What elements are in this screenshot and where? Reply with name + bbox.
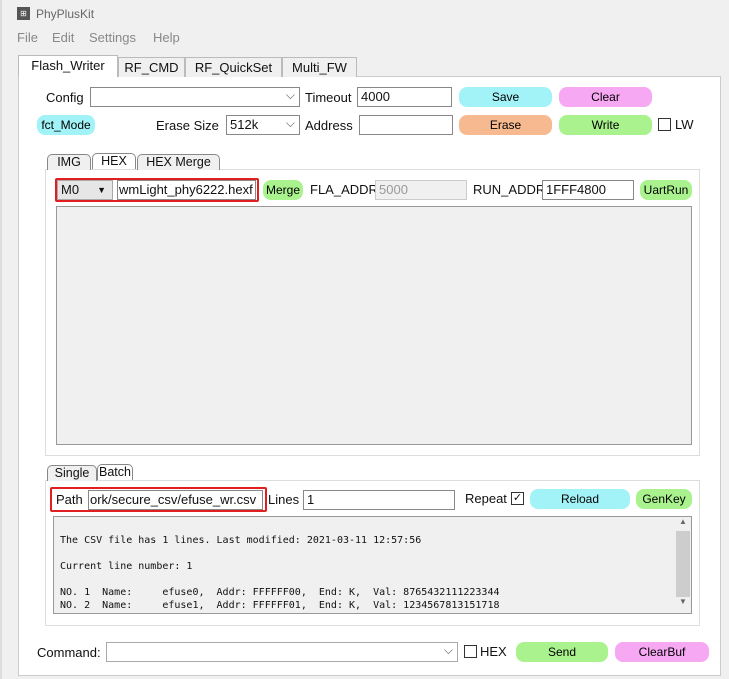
command-input[interactable]: [106, 642, 458, 662]
run-addr-label: RUN_ADDR: [473, 182, 546, 197]
repeat-checkbox[interactable]: ✓: [511, 492, 524, 505]
save-button[interactable]: Save: [459, 87, 552, 107]
uartrun-button[interactable]: UartRun: [640, 180, 692, 200]
timeout-label: Timeout: [305, 90, 352, 105]
subtab-img[interactable]: IMG: [47, 154, 91, 170]
app-icon: ⊞: [17, 7, 30, 20]
log-line: The CSV file has 1 lines. Last modified:…: [60, 535, 422, 546]
hex-label: HEX: [480, 644, 507, 659]
tab-flash-writer[interactable]: Flash_Writer: [18, 55, 118, 77]
path-label: Path: [56, 492, 83, 507]
lw-checkbox[interactable]: [658, 118, 671, 131]
tab-rf-cmd[interactable]: RF_CMD: [118, 57, 185, 77]
fla-addr-input: 5000: [375, 180, 467, 200]
subtab-batch[interactable]: Batch: [97, 464, 133, 480]
address-input[interactable]: [359, 115, 453, 135]
write-button[interactable]: Write: [559, 115, 652, 135]
timeout-input[interactable]: 4000: [357, 87, 452, 107]
hex-output-area[interactable]: [56, 206, 692, 445]
repeat-label: Repeat: [465, 491, 507, 506]
log-line: NO. 1 Name: efuse0, Addr: FFFFFF00, End:…: [60, 587, 500, 598]
erase-button[interactable]: Erase: [459, 115, 552, 135]
tab-multi-fw[interactable]: Multi_FW: [282, 57, 357, 77]
window-title: PhyPlusKit: [36, 7, 95, 21]
erase-size-select[interactable]: 512k: [226, 115, 300, 135]
dropdown-arrow-icon: ▼: [97, 185, 106, 195]
lw-label: LW: [675, 117, 694, 132]
command-label: Command:: [37, 645, 101, 660]
genkey-button[interactable]: GenKey: [636, 489, 692, 509]
log-line: NO. 2 Name: efuse1, Addr: FFFFFF01, End:…: [60, 600, 500, 611]
hex-file-input[interactable]: wmLight_phy6222.hexf: [117, 180, 256, 200]
log-line: Current line number: 1: [60, 561, 193, 572]
scroll-down-icon[interactable]: ▼: [675, 597, 691, 611]
reload-button[interactable]: Reload: [530, 489, 630, 509]
address-label: Address: [305, 118, 353, 133]
menu-file[interactable]: File: [17, 28, 38, 48]
hex-checkbox[interactable]: [464, 645, 477, 658]
run-addr-input[interactable]: 1FFF4800: [542, 180, 634, 200]
lines-label: Lines: [268, 492, 300, 507]
clear-button[interactable]: Clear: [559, 87, 652, 107]
fct-mode-button[interactable]: fct_Mode: [37, 115, 95, 135]
config-label: Config: [46, 90, 84, 105]
scrollbar-thumb[interactable]: [676, 531, 690, 597]
path-input[interactable]: ork/secure_csv/efuse_wr.csv: [88, 490, 263, 510]
menu-help[interactable]: Help: [153, 28, 180, 48]
batch-log[interactable]: The CSV file has 1 lines. Last modified:…: [53, 516, 692, 614]
tab-rf-quickset[interactable]: RF_QuickSet: [185, 57, 282, 77]
subtab-hex-merge[interactable]: HEX Merge: [137, 154, 220, 170]
mode-value: M0: [61, 182, 80, 197]
fla-addr-label: FLA_ADDR: [310, 182, 378, 197]
mode-select[interactable]: M0 ▼: [57, 180, 113, 200]
menu-settings[interactable]: Settings: [89, 28, 136, 48]
subtab-single[interactable]: Single: [47, 465, 97, 481]
config-select[interactable]: [90, 87, 300, 107]
lines-input[interactable]: 1: [303, 490, 455, 510]
erase-size-label: Erase Size: [156, 118, 219, 133]
subtab-hex[interactable]: HEX: [92, 153, 136, 169]
merge-button[interactable]: Merge: [263, 180, 303, 200]
scroll-up-icon[interactable]: ▲: [675, 517, 691, 531]
send-button[interactable]: Send: [516, 642, 608, 662]
log-scrollbar[interactable]: ▲ ▼: [675, 517, 691, 613]
menu-edit[interactable]: Edit: [52, 28, 74, 48]
clearbuf-button[interactable]: ClearBuf: [615, 642, 709, 662]
